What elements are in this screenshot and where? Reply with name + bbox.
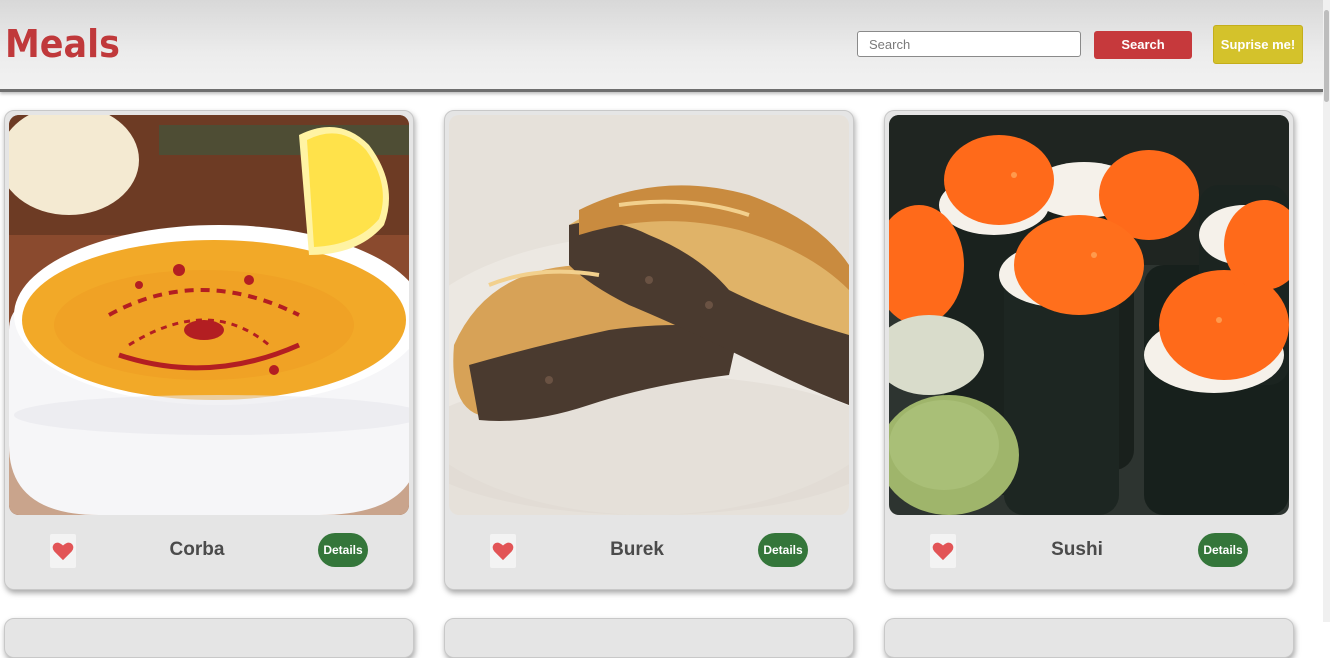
- page-scrollbar[interactable]: [1323, 0, 1330, 622]
- meal-name: Burek: [610, 539, 664, 560]
- meal-name: Corba: [169, 539, 225, 560]
- meal-card: Sushi Details: [884, 110, 1294, 590]
- meal-name: Sushi: [1051, 539, 1103, 560]
- favorite-button[interactable]: [930, 534, 956, 568]
- favorite-button[interactable]: [490, 534, 516, 568]
- meal-card: Corba Details: [4, 110, 414, 590]
- meal-image: [9, 115, 409, 515]
- meal-card-next-row: [444, 618, 854, 658]
- details-button[interactable]: Details: [1198, 533, 1248, 567]
- meal-card-next-row: [884, 618, 1294, 658]
- meal-image: [449, 115, 849, 515]
- meal-card-next-row: [4, 618, 414, 658]
- heart-icon: [932, 542, 954, 561]
- scrollbar-thumb[interactable]: [1324, 10, 1329, 102]
- heart-icon: [52, 542, 74, 561]
- favorite-button[interactable]: [50, 534, 76, 568]
- surprise-me-button[interactable]: Suprise me!: [1213, 25, 1303, 64]
- app-header: Meals Search Suprise me!: [0, 0, 1323, 92]
- app-title: Meals: [5, 22, 120, 66]
- details-button[interactable]: Details: [318, 533, 368, 567]
- search-input[interactable]: [857, 31, 1081, 57]
- meal-image: [889, 115, 1289, 515]
- search-button[interactable]: Search: [1094, 31, 1192, 59]
- heart-icon: [492, 542, 514, 561]
- meal-card: Burek Details: [444, 110, 854, 590]
- details-button[interactable]: Details: [758, 533, 808, 567]
